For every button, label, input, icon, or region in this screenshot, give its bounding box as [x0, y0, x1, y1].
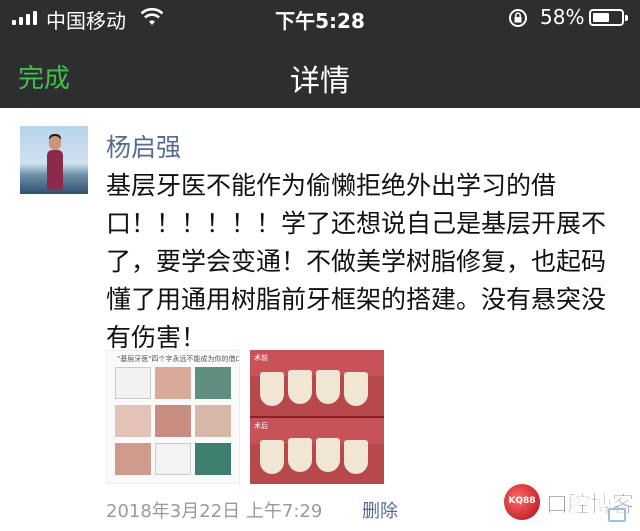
- nav-bar: 完成 详情: [0, 36, 640, 108]
- author-name[interactable]: 杨启强: [106, 128, 181, 164]
- page-title: 详情: [290, 64, 350, 99]
- comment-icon: [608, 508, 626, 522]
- battery-icon: [589, 9, 628, 26]
- battery-percent: 58%: [540, 5, 585, 29]
- before-label: 术前: [254, 354, 268, 362]
- post-timestamp: 2018年3月22日 上午7:29: [106, 501, 323, 522]
- status-bar: 中国移动 下午5:28 58%: [0, 0, 640, 36]
- watermark: KQ88 口腔博客: [500, 478, 640, 526]
- image-caption: "基层牙医"四个字永远不能成为你的借口!: [117, 355, 240, 363]
- watermark-badge: KQ88: [508, 496, 536, 506]
- after-label: 术后: [254, 422, 268, 430]
- post-image-1[interactable]: "基层牙医"四个字永远不能成为你的借口!: [106, 350, 240, 484]
- rotation-lock-icon: [508, 8, 528, 33]
- avatar[interactable]: [20, 126, 88, 194]
- watermark-logo-icon: KQ88: [502, 482, 542, 522]
- header: 中国移动 下午5:28 58% 完成 详情: [0, 0, 640, 108]
- post-image-2[interactable]: 术前 术后: [250, 350, 384, 484]
- delete-button[interactable]: 删除: [362, 497, 398, 523]
- post-content: 基层牙医不能作为偷懒拒绝外出学习的借口！！！！！！学了还想说自己是基层开展不了，…: [106, 171, 607, 352]
